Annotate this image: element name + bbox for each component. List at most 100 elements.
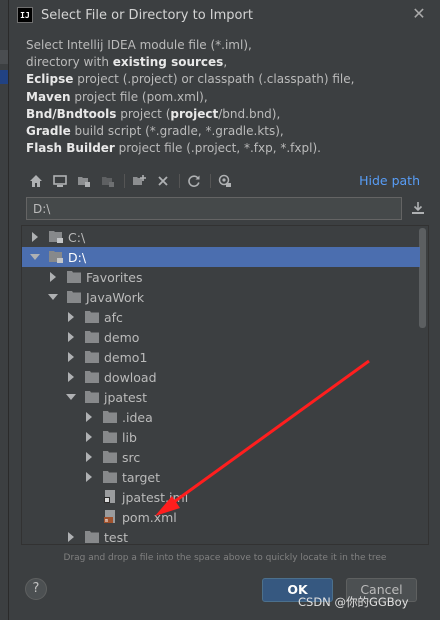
dialog-title: Select File or Directory to Import xyxy=(41,7,253,23)
desktop-icon[interactable] xyxy=(50,171,70,191)
tree-row[interactable]: test xyxy=(22,527,420,545)
tree-row[interactable]: .idea xyxy=(22,407,420,427)
chevron-right-icon[interactable] xyxy=(84,472,94,482)
svg-text:m: m xyxy=(105,518,108,524)
ide-tab-active xyxy=(0,70,8,84)
file-tree[interactable]: C:\ D:\ Favorites JavaWork afc demo demo1 dowlo… xyxy=(21,225,429,545)
tree-row-label: demo1 xyxy=(104,349,148,365)
hide-path-link[interactable]: Hide path xyxy=(359,173,420,188)
chevron-right-icon[interactable] xyxy=(84,452,94,462)
tree-row[interactable]: demo1 xyxy=(22,347,420,367)
description-text: , xyxy=(223,55,228,70)
chevron-right-icon[interactable] xyxy=(30,232,40,242)
tree-row-label: lib xyxy=(122,429,137,445)
description-text: project ( xyxy=(116,106,171,121)
tree-row[interactable]: dowload xyxy=(22,367,420,387)
folder-icon xyxy=(102,470,118,484)
chevron-right-icon[interactable] xyxy=(66,532,76,542)
description-text: directory with xyxy=(26,55,113,70)
xml-file-icon: m xyxy=(102,510,118,524)
tree-row[interactable]: src xyxy=(22,447,420,467)
show-hidden-icon[interactable] xyxy=(215,171,235,191)
watermark: CSDN @你的GGBoy xyxy=(298,595,409,609)
folder-icon xyxy=(84,530,100,544)
description-text: project file (pom.xml), xyxy=(70,89,208,104)
description-bold-text: project xyxy=(170,106,219,121)
folder-icon xyxy=(84,310,100,324)
folder-icon xyxy=(66,270,82,284)
chevron-right-icon[interactable] xyxy=(84,432,94,442)
folder-icon xyxy=(102,430,118,444)
description-line: Select Intellij IDEA module file (*.iml)… xyxy=(26,37,440,54)
refresh-icon[interactable] xyxy=(184,171,204,191)
title-bar: IJ Select File or Directory to Import xyxy=(9,0,440,30)
folder-icon xyxy=(84,350,100,364)
chevron-down-icon[interactable] xyxy=(30,252,40,262)
description: Select Intellij IDEA module file (*.iml)… xyxy=(9,30,440,157)
tree-row-label: target xyxy=(122,469,161,485)
chevron-right-icon[interactable] xyxy=(66,332,76,342)
tree-row[interactable]: demo xyxy=(22,327,420,347)
tree-row-label: test xyxy=(104,529,129,545)
drive-icon xyxy=(48,230,64,244)
tree-row-label: JavaWork xyxy=(86,289,145,305)
home-icon[interactable] xyxy=(26,171,46,191)
help-button[interactable]: ? xyxy=(25,578,47,600)
chevron-down-icon[interactable] xyxy=(66,392,76,402)
tree-row[interactable]: afc xyxy=(22,307,420,327)
chevron-right-icon[interactable] xyxy=(66,372,76,382)
iml-file-icon xyxy=(102,490,118,504)
path-input[interactable] xyxy=(26,197,402,220)
delete-icon[interactable] xyxy=(153,171,173,191)
tree-row[interactable]: m pom.xml xyxy=(22,507,420,527)
chevron-down-icon[interactable] xyxy=(48,292,58,302)
tree-row-label: jpatest xyxy=(104,389,148,405)
tree-row[interactable]: JavaWork xyxy=(22,287,420,307)
tree-row-label: C:\ xyxy=(68,229,86,245)
chevron-right-icon[interactable] xyxy=(48,272,58,282)
description-text: /bnd.bnd), xyxy=(218,106,281,121)
description-bold-text: Maven xyxy=(26,89,71,104)
description-line: directory with existing sources, xyxy=(26,54,440,71)
tree-row[interactable]: target xyxy=(22,467,420,487)
intellij-icon-text: IJ xyxy=(20,10,30,20)
tree-row-label: jpatest.iml xyxy=(122,489,189,505)
chevron-right-icon[interactable] xyxy=(66,352,76,362)
tree-row-label: D:\ xyxy=(68,249,87,265)
tree-row-label: pom.xml xyxy=(122,509,177,525)
tree-scrollbar[interactable] xyxy=(419,228,426,328)
ide-tab xyxy=(0,50,8,64)
tree-row[interactable]: D:\ xyxy=(22,247,420,267)
folder-icon xyxy=(102,410,118,424)
toolbar-separator xyxy=(179,174,180,188)
folder-icon xyxy=(66,290,82,304)
chevron-right-icon[interactable] xyxy=(66,312,76,322)
file-toolbar: Hide path xyxy=(26,170,428,192)
description-text: project file (.project, *.fxp, *.fxpl). xyxy=(114,141,321,156)
project-folder-icon[interactable] xyxy=(74,171,94,191)
module-folder-icon[interactable] xyxy=(98,171,118,191)
description-bold-text: existing sources xyxy=(112,55,224,70)
folder-icon xyxy=(84,370,100,384)
new-folder-icon[interactable] xyxy=(129,171,149,191)
tree-row-label: .idea xyxy=(122,409,153,425)
description-text: build script (*.gradle, *.gradle.kts), xyxy=(70,124,284,139)
tree-row[interactable]: jpatest.iml xyxy=(22,487,420,507)
description-bold-text: Flash Builder xyxy=(26,141,115,156)
download-icon[interactable] xyxy=(410,200,426,216)
tree-row[interactable]: C:\ xyxy=(22,227,420,247)
tree-row-label: demo xyxy=(104,329,140,345)
tree-row[interactable]: lib xyxy=(22,427,420,447)
tree-row-label: afc xyxy=(104,309,123,325)
description-text: Select Intellij IDEA module file (*.iml)… xyxy=(26,38,252,52)
description-bold-text: Gradle xyxy=(26,124,71,139)
tree-row[interactable]: jpatest xyxy=(22,387,420,407)
chevron-right-icon[interactable] xyxy=(84,412,94,422)
toolbar-separator xyxy=(124,174,125,188)
drive-icon xyxy=(48,250,64,264)
description-line: Gradle build script (*.gradle, *.gradle.… xyxy=(26,123,440,140)
intellij-icon: IJ xyxy=(17,7,33,23)
tree-row[interactable]: Favorites xyxy=(22,267,420,287)
description-line: Flash Builder project file (.project, *.… xyxy=(26,140,440,157)
close-icon[interactable]: ✕ xyxy=(410,5,428,23)
